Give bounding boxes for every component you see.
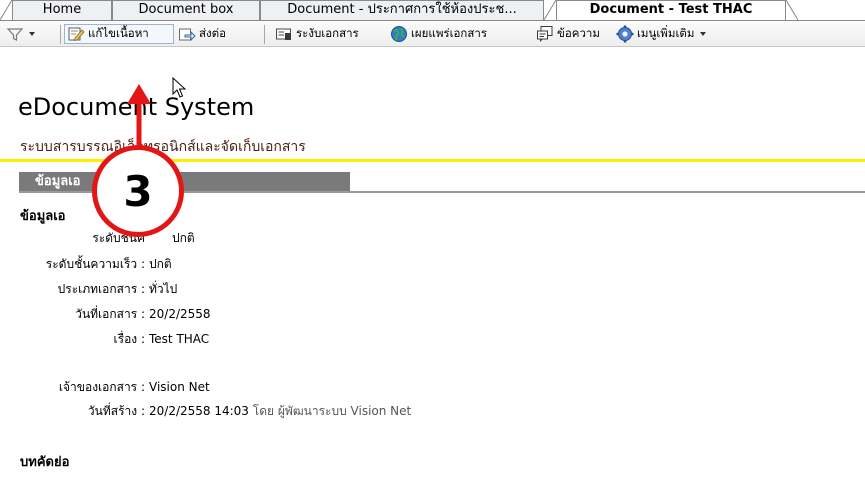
message-label: ข้อความ	[557, 26, 600, 40]
document-info-section-tab[interactable]: ข้อมูลเอ	[19, 172, 350, 191]
created-by-word: โดย	[252, 404, 275, 418]
doc-type-label-wrap: ประเภทเอกสาร :	[0, 280, 145, 298]
owner-label: เจ้าของเอกสาร :	[58, 380, 145, 394]
forward-icon	[179, 28, 196, 42]
doc-date-label-wrap: วันที่เอกสาร :	[0, 305, 145, 323]
forward-label: ส่งต่อ	[199, 26, 227, 40]
toolbar-separator	[60, 25, 61, 44]
tab-slant-right	[786, 0, 798, 20]
created-label-wrap: วันที่สร้าง :	[0, 402, 145, 420]
urgency-label-wrap: ระดับชั้นความเร็ว :	[0, 255, 145, 273]
tab-slant-mid	[544, 0, 556, 20]
globe-icon	[391, 26, 407, 42]
edocument-window: Home Document box Document - ประกาศการใช…	[0, 0, 865, 478]
tab-home[interactable]: Home	[12, 0, 112, 20]
abstract-heading: บทคัดย่อ	[20, 455, 70, 470]
urgency-value: ปกติ	[149, 257, 172, 271]
mouse-pointer-icon	[172, 77, 186, 98]
created-by-user: ผู้พัฒนาระบบ Vision Net	[277, 404, 412, 418]
suspend-document-icon	[276, 28, 291, 40]
tab-document-box[interactable]: Document box	[112, 0, 260, 20]
message-icon	[537, 26, 553, 42]
suspend-document-button[interactable]: ระงับเอกสาร	[275, 24, 387, 44]
created-value-line: 20/2/2558 14:03 โดย ผู้พัฒนาระบบ Vision …	[149, 402, 411, 420]
edit-content-button[interactable]: แก้ไขเนื้อหา	[64, 24, 174, 44]
doc-date-label: วันที่เอกสาร :	[75, 307, 145, 321]
tab-slant-left	[0, 0, 12, 20]
edit-content-label: แก้ไขเนื้อหา	[88, 26, 149, 40]
filter-dropdown[interactable]	[6, 24, 60, 44]
subject-value: Test THAC	[149, 332, 210, 346]
owner-label-wrap: เจ้าของเอกสาร :	[0, 378, 145, 396]
subject-label: เรื่อง :	[113, 332, 145, 346]
doc-date-value-wrap: 20/2/2558	[149, 305, 269, 323]
doc-type-label: ประเภทเอกสาร :	[57, 282, 145, 296]
more-menu-button[interactable]: เมนูเพิ่มเติม	[616, 24, 766, 44]
suspend-document-label: ระงับเอกสาร	[296, 26, 359, 40]
step-number-badge: 3	[92, 145, 184, 237]
system-title: eDocument System	[18, 93, 255, 121]
edit-icon	[68, 27, 85, 42]
tab-document-test-thac[interactable]: Document - Test THAC	[556, 0, 786, 20]
doc-date-value: 20/2/2558	[149, 307, 211, 321]
created-datetime: 20/2/2558 14:03	[149, 404, 249, 418]
doc-type-value-wrap: ทั่วไป	[149, 280, 269, 298]
document-info-heading: ข้อมูลเอ	[20, 209, 66, 224]
tab-strip: Home Document box Document - ประกาศการใช…	[0, 0, 865, 20]
publish-document-button[interactable]: เผยแพร่เอกสาร	[390, 24, 530, 44]
forward-button[interactable]: ส่งต่อ	[178, 24, 254, 44]
urgency-value-wrap: ปกติ	[149, 255, 269, 273]
message-button[interactable]: ข้อความ	[536, 24, 610, 44]
toolbar-separator	[264, 25, 265, 44]
chevron-down-icon	[700, 32, 707, 36]
gear-icon	[616, 25, 634, 43]
urgency-label: ระดับชั้นความเร็ว :	[45, 257, 145, 271]
more-menu-label: เมนูเพิ่มเติม	[637, 26, 695, 40]
secrecy-value: ปกติ	[172, 231, 195, 245]
publish-document-label: เผยแพร่เอกสาร	[411, 26, 488, 40]
created-value-wrap: 20/2/2558 14:03 โดย ผู้พัฒนาระบบ Vision …	[149, 402, 549, 420]
tab-document-meeting-room[interactable]: Document - ประกาศการใช้ห้องประช...	[260, 0, 544, 20]
doc-type-value: ทั่วไป	[149, 282, 178, 296]
chevron-down-icon	[29, 32, 35, 36]
subject-value-wrap: Test THAC	[149, 330, 289, 348]
subject-label-wrap: เรื่อง :	[0, 330, 145, 348]
owner-value: Vision Net	[149, 380, 210, 394]
secrecy-value-wrap: ปกติ	[172, 229, 232, 247]
document-toolbar: แก้ไขเนื้อหา ส่งต่อ ระงับเอกสาร เผยแพร่เ…	[0, 20, 865, 47]
created-label: วันที่สร้าง :	[87, 404, 145, 418]
filter-icon	[6, 28, 24, 41]
owner-value-wrap: Vision Net	[149, 378, 289, 396]
